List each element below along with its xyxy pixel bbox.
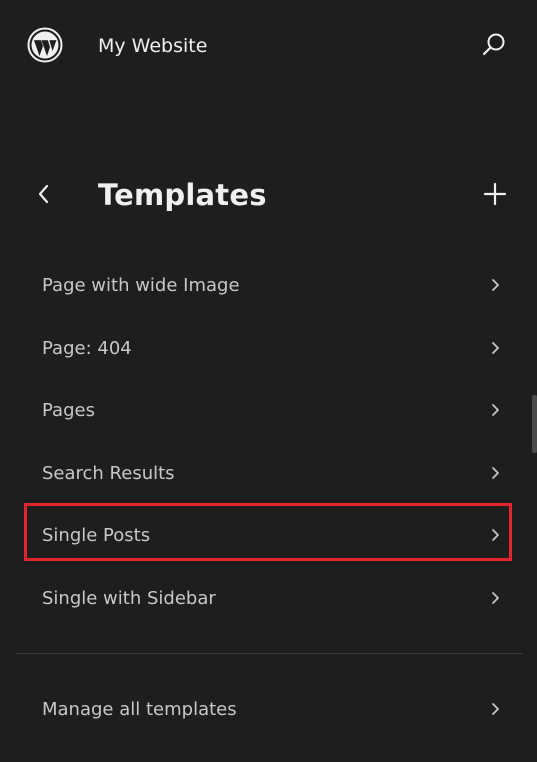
- chevron-right-icon: [492, 279, 499, 291]
- manage-all-templates-label: Manage all templates: [42, 699, 237, 720]
- site-header: My Website: [0, 0, 537, 92]
- page-title: Templates: [98, 178, 267, 212]
- template-item-single-with-sidebar[interactable]: Single with Sidebar: [0, 569, 537, 632]
- wordpress-logo-icon[interactable]: [27, 27, 63, 63]
- chevron-right-icon: [492, 466, 499, 479]
- chevron-right-icon: [492, 703, 499, 715]
- template-item-label: Pages: [42, 400, 95, 421]
- scrollbar[interactable]: [532, 395, 537, 453]
- template-item-page-with-wide-image[interactable]: Page with wide Image: [0, 256, 537, 319]
- manage-all-templates-link[interactable]: Manage all templates: [0, 690, 537, 734]
- divider: [16, 653, 523, 654]
- template-item-label: Page: 404: [42, 337, 132, 359]
- plus-icon[interactable]: [481, 180, 509, 208]
- template-item-page-404[interactable]: Page: 404: [0, 319, 537, 382]
- site-title[interactable]: My Website: [98, 34, 207, 58]
- chevron-left-icon[interactable]: [30, 180, 58, 208]
- chevron-right-icon: [492, 341, 499, 354]
- chevron-right-icon: [492, 404, 499, 416]
- template-item-label: Single with Sidebar: [42, 587, 216, 609]
- template-item-label: Page with wide Image: [42, 275, 240, 296]
- search-icon[interactable]: [479, 30, 509, 60]
- templates-list: Page with wide Image Page: 404 Pages Sea…: [0, 256, 537, 631]
- chevron-right-icon: [492, 591, 499, 604]
- panel-title-row: Templates: [0, 160, 537, 232]
- template-item-search-results[interactable]: Search Results: [0, 444, 537, 507]
- template-item-pages[interactable]: Pages: [0, 381, 537, 444]
- highlight-box: [24, 503, 512, 561]
- template-item-label: Search Results: [42, 462, 175, 484]
